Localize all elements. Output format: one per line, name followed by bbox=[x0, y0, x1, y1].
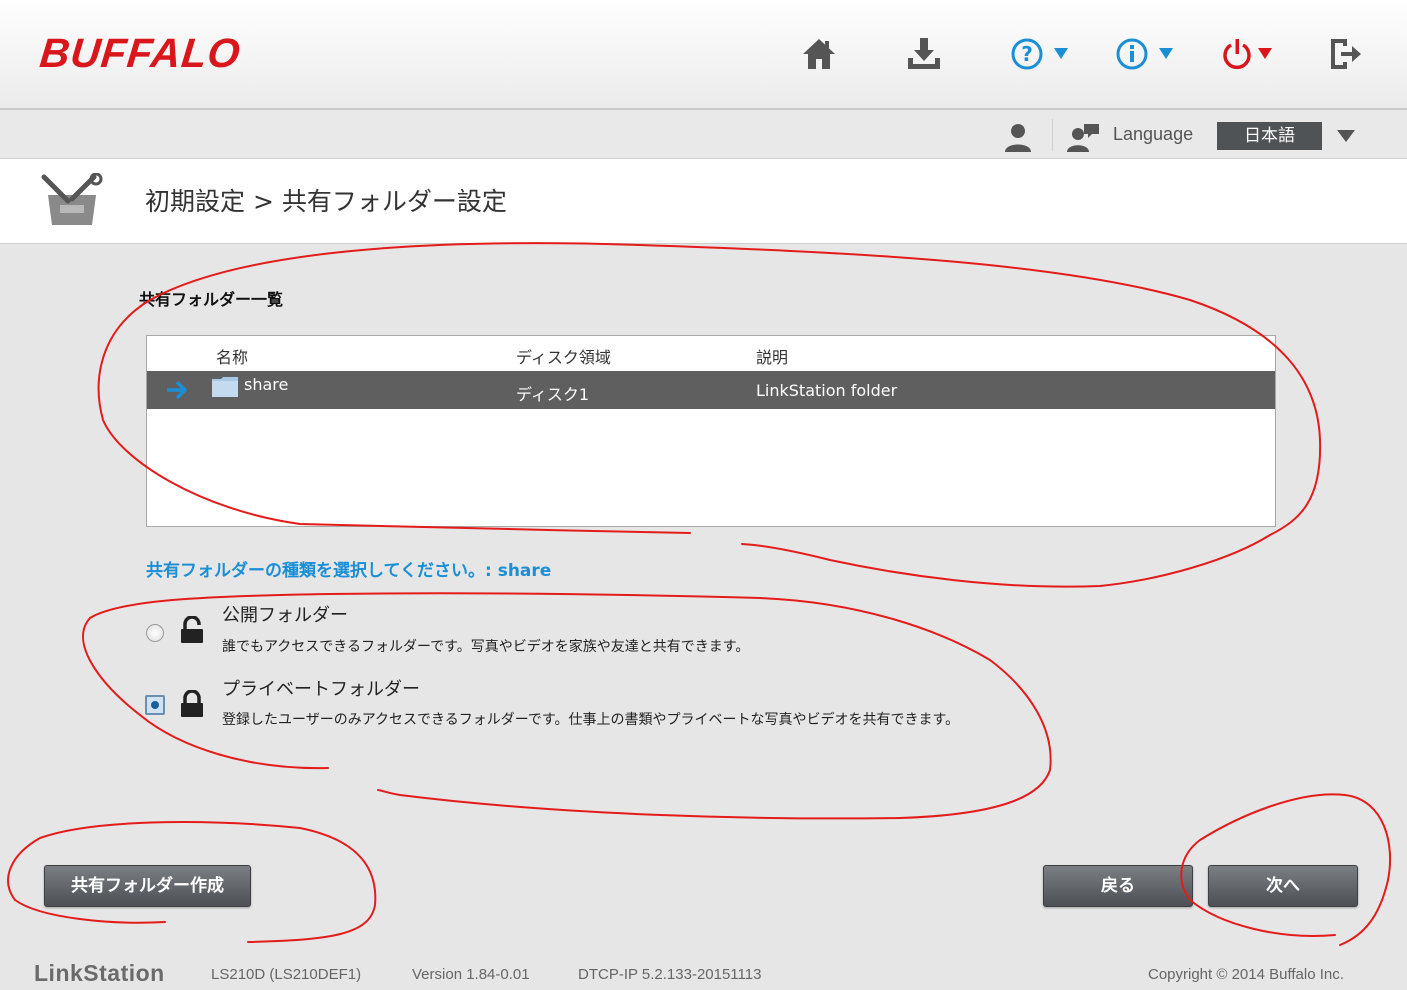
language-user-icon bbox=[1066, 118, 1100, 158]
folder-list-label: 共有フォルダー一覧 bbox=[139, 290, 284, 309]
column-header-disk: ディスク領域 bbox=[516, 348, 611, 367]
create-folder-button[interactable]: 共有フォルダー作成 bbox=[44, 865, 251, 907]
folder-name: share bbox=[244, 375, 289, 394]
public-folder-description: 誰でもアクセスできるフォルダーです。写真やビデオを家族や友達と共有できます。 bbox=[222, 639, 750, 655]
copyright: Copyright © 2014 Buffalo Inc. bbox=[1148, 966, 1344, 983]
column-header-description: 説明 bbox=[756, 348, 789, 367]
top-header: BUFFALO bbox=[0, 0, 1407, 110]
sub-header bbox=[0, 110, 1407, 159]
public-folder-radio[interactable] bbox=[146, 624, 164, 642]
folder-type-prompt: 共有フォルダーの種類を選択してください。: share bbox=[146, 561, 552, 581]
home-icon[interactable] bbox=[801, 34, 837, 74]
help-icon[interactable]: ? bbox=[1010, 34, 1072, 74]
version-info: Version 1.84-0.01 bbox=[412, 966, 530, 983]
chevron-down-icon[interactable] bbox=[1336, 128, 1356, 147]
public-folder-title: 公開フォルダー bbox=[222, 605, 348, 626]
product-logo: LinkStation bbox=[34, 960, 165, 986]
folder-description: LinkStation folder bbox=[756, 381, 898, 400]
svg-text:?: ? bbox=[1021, 42, 1033, 66]
folder-icon bbox=[211, 375, 239, 403]
back-button[interactable]: 戻る bbox=[1043, 865, 1193, 907]
unlock-icon bbox=[179, 615, 205, 648]
user-icon[interactable] bbox=[1003, 118, 1033, 158]
private-folder-description: 登録したユーザーのみアクセスできるフォルダーです。仕事上の書類やプライベートな写… bbox=[222, 712, 960, 728]
column-header-name: 名称 bbox=[216, 348, 249, 367]
table-row[interactable]: share ディスク1 LinkStation folder bbox=[147, 371, 1275, 409]
folder-table: 名称 ディスク領域 説明 share ディスク1 LinkStation fol… bbox=[146, 335, 1276, 527]
next-button[interactable]: 次へ bbox=[1208, 865, 1358, 907]
toolbox-icon bbox=[38, 172, 104, 233]
dtcp-info: DTCP-IP 5.2.133-20151113 bbox=[578, 966, 762, 983]
private-folder-title: プライベートフォルダー bbox=[222, 679, 420, 700]
page-title: 初期設定 > 共有フォルダー設定 bbox=[145, 187, 507, 216]
language-label: Language bbox=[1113, 124, 1194, 144]
buffalo-logo: BUFFALO bbox=[37, 30, 244, 76]
power-icon[interactable] bbox=[1220, 34, 1282, 74]
subbar-divider bbox=[1052, 119, 1053, 151]
model-info: LS210D (LS210DEF1) bbox=[211, 966, 362, 983]
lock-icon bbox=[179, 689, 205, 722]
folder-disk: ディスク1 bbox=[516, 385, 590, 404]
download-icon[interactable] bbox=[905, 34, 943, 74]
info-icon[interactable] bbox=[1115, 34, 1177, 74]
logout-icon[interactable] bbox=[1327, 34, 1363, 74]
language-select[interactable]: 日本語 bbox=[1217, 122, 1322, 150]
private-folder-radio[interactable] bbox=[145, 695, 165, 715]
arrow-right-icon bbox=[165, 380, 189, 404]
